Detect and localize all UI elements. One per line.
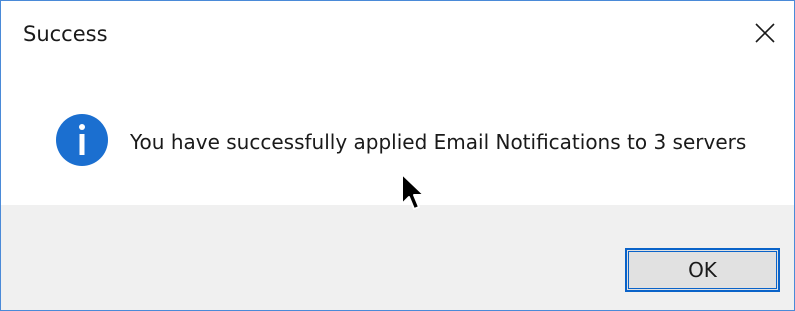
dialog-title: Success [23,22,108,46]
close-icon [755,23,775,43]
dialog-footer: OK [1,205,794,310]
dialog-message: You have successfully applied Email Noti… [130,130,747,154]
ok-button[interactable]: OK [625,248,780,292]
dialog-content: You have successfully applied Email Noti… [1,65,794,205]
success-dialog: Success You have successfully applied Em… [0,0,795,311]
close-button[interactable] [736,7,794,57]
dialog-titlebar[interactable]: Success [1,1,794,65]
mouse-pointer-icon [401,173,425,210]
information-icon [56,114,108,166]
